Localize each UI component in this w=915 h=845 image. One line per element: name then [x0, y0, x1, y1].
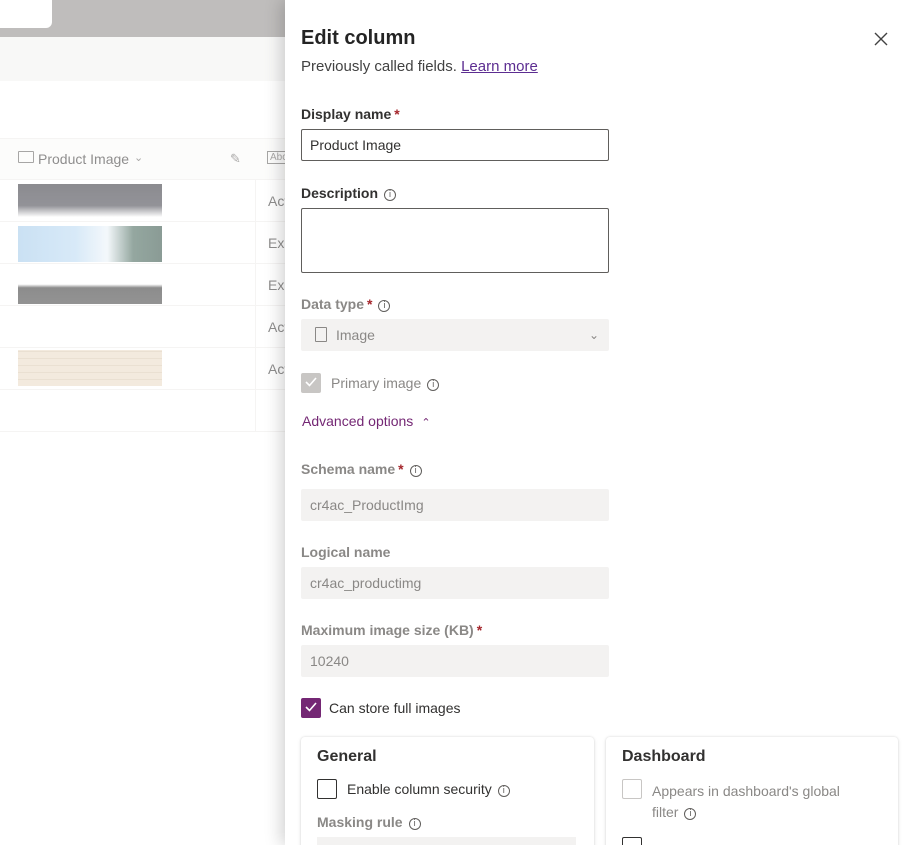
- display-name-input[interactable]: Product Image: [301, 129, 609, 161]
- description-label-text: Description: [301, 185, 379, 201]
- data-type-value: Image: [336, 327, 375, 343]
- sortable-checkbox[interactable]: [622, 837, 642, 845]
- logical-name-label: Logical name: [301, 544, 391, 560]
- modal-overlay[interactable]: [0, 0, 285, 845]
- advanced-options-toggle[interactable]: Advanced options ⌃: [302, 413, 431, 429]
- primary-image-checkbox: [301, 373, 321, 393]
- description-textarea[interactable]: [301, 208, 609, 273]
- panel-title: Edit column: [301, 27, 416, 49]
- info-icon[interactable]: i: [378, 300, 391, 312]
- data-type-dropdown: Image ⌄: [301, 319, 609, 351]
- general-title: General: [317, 748, 377, 765]
- masking-rule-text: Masking rule: [317, 814, 403, 830]
- enable-column-security-text: Enable column security: [347, 781, 492, 797]
- primary-image-label: Primary image i: [331, 375, 440, 391]
- dashboard-card: Dashboard Appears in dashboard's global …: [606, 737, 898, 845]
- primary-image-label-text: Primary image: [331, 375, 422, 391]
- max-image-size-label-text: Maximum image size (KB): [301, 622, 474, 638]
- can-store-full-images-checkbox[interactable]: [301, 698, 321, 718]
- appears-line-2-wrap: filter i: [652, 802, 840, 823]
- checkmark-icon: [305, 377, 317, 387]
- info-icon[interactable]: i: [409, 465, 422, 477]
- schema-name-label-text: Schema name: [301, 461, 396, 477]
- masking-rule-dropdown: [317, 837, 576, 845]
- info-icon[interactable]: i: [384, 189, 397, 201]
- dashboard-title: Dashboard: [622, 748, 706, 765]
- data-type-label-text: Data type: [301, 296, 365, 312]
- display-name-label-text: Display name: [301, 106, 392, 122]
- appears-in-global-filter-label: Appears in dashboard's global filter i: [652, 781, 840, 823]
- logical-name-field: cr4ac_productimg: [301, 567, 609, 599]
- required-marker: *: [367, 296, 373, 312]
- learn-more-link[interactable]: Learn more: [461, 58, 538, 75]
- checkmark-icon: [305, 702, 317, 712]
- max-image-size-label: Maximum image size (KB) *: [301, 622, 482, 638]
- chevron-down-icon: ⌄: [588, 328, 599, 342]
- required-marker: *: [394, 106, 400, 122]
- can-store-full-images-label: Can store full images: [329, 700, 461, 716]
- required-marker: *: [398, 461, 404, 477]
- info-icon[interactable]: i: [408, 818, 421, 830]
- data-type-label: Data type * i: [301, 296, 391, 312]
- info-icon[interactable]: i: [427, 379, 440, 391]
- info-icon[interactable]: i: [497, 785, 510, 797]
- max-image-size-field: 10240: [301, 645, 609, 677]
- description-label: Description i: [301, 185, 397, 201]
- required-marker: *: [476, 622, 483, 638]
- enable-column-security-label: Enable column security i: [347, 781, 510, 797]
- edit-column-panel: Edit column Previously called fields. Le…: [285, 0, 915, 845]
- schema-name-field: cr4ac_ProductImg: [301, 489, 609, 521]
- masking-rule-label: Masking rule i: [317, 814, 421, 830]
- chevron-up-icon: ⌃: [421, 417, 431, 429]
- info-icon[interactable]: i: [684, 808, 697, 820]
- panel-subtitle: Previously called fields. Learn more: [301, 58, 538, 75]
- display-name-label: Display name *: [301, 106, 400, 122]
- subtitle-text: Previously called fields.: [301, 58, 457, 75]
- file-icon: [315, 327, 327, 342]
- schema-name-label: Schema name * i: [301, 461, 422, 477]
- appears-in-global-filter-checkbox: [622, 779, 642, 799]
- advanced-options-label: Advanced options: [302, 413, 414, 429]
- general-card: General Enable column security i Masking …: [301, 737, 594, 845]
- appears-line-2: filter: [652, 804, 679, 820]
- appears-line-1: Appears in dashboard's global: [652, 783, 840, 799]
- close-icon[interactable]: [871, 29, 891, 49]
- enable-column-security-checkbox[interactable]: [317, 779, 337, 799]
